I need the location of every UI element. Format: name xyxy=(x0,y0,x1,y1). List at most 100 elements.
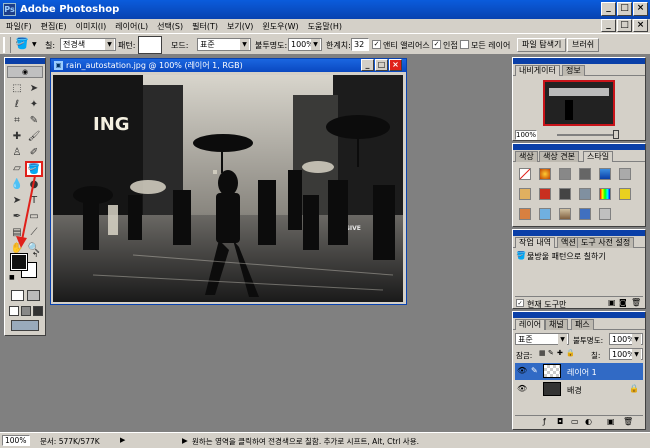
status-zoom-field[interactable]: 100% xyxy=(2,435,30,446)
style-swatch-10[interactable] xyxy=(579,188,591,200)
lock-all-icon[interactable]: 🔒 xyxy=(566,349,575,357)
maximize-button[interactable]: □ xyxy=(617,2,632,16)
adjustment-layer-icon[interactable]: ◐ xyxy=(585,417,592,426)
layer-blend-mode-select[interactable]: 표준 xyxy=(515,333,569,345)
menu-edit[interactable]: 편집(E) xyxy=(41,21,67,32)
lock-move-icon[interactable]: ✚ xyxy=(557,349,563,357)
screen-mode-full-menu-icon[interactable] xyxy=(21,306,31,316)
navigator-thumbnail[interactable] xyxy=(543,80,615,126)
style-swatch-15[interactable] xyxy=(559,208,571,220)
preset-dropdown-arrow-icon[interactable]: ▼ xyxy=(32,41,37,48)
new-document-icon[interactable]: ▣ xyxy=(608,298,616,307)
style-swatch-9[interactable] xyxy=(559,188,571,200)
document-title-bar[interactable]: ▣ rain_autostation.jpg @ 100% (레이어 1, RG… xyxy=(51,59,406,72)
doc-restore-button[interactable]: □ xyxy=(617,19,632,32)
brushes-tab[interactable]: 브러쉬 xyxy=(567,38,600,52)
tab-navigator[interactable]: 내비게이터 xyxy=(515,65,560,76)
antialias-checkbox[interactable]: ✓ xyxy=(372,40,381,49)
style-swatch-12[interactable] xyxy=(619,188,631,200)
opacity-field[interactable]: 100% xyxy=(288,38,322,51)
tab-paths[interactable]: 패스 xyxy=(571,319,594,330)
new-snapshot-icon[interactable]: ◙ xyxy=(619,298,627,307)
lock-transparency-icon[interactable]: ▦ xyxy=(539,349,546,357)
tab-swatches[interactable]: 색상 견본 xyxy=(539,151,579,162)
style-swatch-7[interactable] xyxy=(519,188,531,200)
history-item[interactable]: 🪣 물방울 패턴으로 칠하기 xyxy=(515,250,643,262)
layer-style-icon[interactable]: ƒ xyxy=(543,417,546,426)
adobe-online-icon[interactable]: ◉ xyxy=(7,66,43,78)
healing-brush-tool-icon[interactable]: ✚ xyxy=(9,130,25,144)
lasso-tool-icon[interactable]: ℓ xyxy=(9,98,25,112)
style-swatch-4[interactable] xyxy=(579,168,591,180)
document-close-button[interactable]: × xyxy=(389,59,402,71)
history-brush-tool-icon[interactable]: ✐ xyxy=(26,146,42,160)
brush-tool-icon[interactable]: 🖌 xyxy=(26,130,42,144)
lock-paint-icon[interactable]: ✎ xyxy=(548,349,554,357)
layer-row-background[interactable]: 👁 배경 🔒 xyxy=(515,381,643,398)
document-maximize-button[interactable]: □ xyxy=(375,59,388,71)
background-visibility-eye-icon[interactable]: 👁 xyxy=(517,384,527,393)
clone-stamp-tool-icon[interactable]: ♙ xyxy=(9,146,25,160)
tab-styles[interactable]: 스타일 xyxy=(583,151,614,162)
style-swatch-13[interactable] xyxy=(519,208,531,220)
doc-minimize-button[interactable]: _ xyxy=(601,19,616,32)
style-swatch-8[interactable] xyxy=(539,188,551,200)
move-tool-icon[interactable]: ➤ xyxy=(26,82,42,96)
delete-layer-icon[interactable]: 🗑 xyxy=(623,417,633,426)
layer-mask-icon[interactable]: ◘ xyxy=(557,417,563,426)
menu-view[interactable]: 보기(V) xyxy=(227,21,253,32)
layer-opacity-field[interactable]: 100% xyxy=(609,333,643,345)
navigator-zoom-field[interactable]: 100% xyxy=(515,130,537,140)
tab-color[interactable]: 색상 xyxy=(515,151,538,162)
style-swatch-6[interactable] xyxy=(619,168,631,180)
document-minimize-button[interactable]: _ xyxy=(361,59,374,71)
navigator-slider-handle[interactable] xyxy=(613,130,619,139)
menu-window[interactable]: 윈도우(W) xyxy=(262,21,298,32)
menu-file[interactable]: 파일(F) xyxy=(6,21,32,32)
menu-help[interactable]: 도움말(H) xyxy=(308,21,342,32)
new-set-icon[interactable]: ▭ xyxy=(571,417,579,426)
trash-icon[interactable]: 🗑 xyxy=(631,298,641,307)
slice-tool-icon[interactable]: ✎ xyxy=(26,114,42,128)
style-swatch-2[interactable] xyxy=(539,168,551,180)
default-colors-icon[interactable]: ■ xyxy=(9,274,15,281)
tab-channels[interactable]: 채널 xyxy=(545,319,568,330)
new-layer-icon[interactable]: ▣ xyxy=(607,417,615,426)
style-none-swatch[interactable] xyxy=(519,168,531,180)
current-tool-only-checkbox[interactable]: ✓ xyxy=(516,299,524,307)
style-swatch-3[interactable] xyxy=(559,168,571,180)
pattern-picker[interactable] xyxy=(138,36,162,54)
tab-history[interactable]: 작업 내역 xyxy=(515,237,555,248)
magic-wand-tool-icon[interactable]: ✦ xyxy=(26,98,42,112)
tab-tool-presets[interactable]: 도구 사전 설정 xyxy=(577,237,635,248)
minimize-button[interactable]: _ xyxy=(601,2,616,16)
tab-info[interactable]: 정보 xyxy=(562,65,585,76)
crop-tool-icon[interactable]: ⌗ xyxy=(9,114,25,128)
jump-to-imageready-icon[interactable] xyxy=(11,320,39,331)
menu-image[interactable]: 이미지(I) xyxy=(76,21,107,32)
standard-mode-icon[interactable] xyxy=(11,290,24,301)
file-browser-tab[interactable]: 파일 탐색기 xyxy=(517,38,567,52)
style-swatch-17[interactable] xyxy=(599,208,611,220)
tolerance-field[interactable]: 32 xyxy=(351,38,369,51)
layer-visibility-eye-icon[interactable]: 👁 xyxy=(517,366,527,375)
menu-layer[interactable]: 레이어(L) xyxy=(115,21,148,32)
options-grip[interactable] xyxy=(3,37,11,53)
style-swatch-5[interactable] xyxy=(599,168,611,180)
foreground-color-swatch[interactable] xyxy=(10,253,28,271)
screen-mode-standard-icon[interactable] xyxy=(9,306,19,316)
all-layers-checkbox[interactable] xyxy=(460,40,469,49)
tab-layers[interactable]: 레이어 xyxy=(515,319,546,330)
menu-filter[interactable]: 필터(T) xyxy=(192,21,218,32)
toolbox-header[interactable] xyxy=(5,58,45,64)
screen-mode-full-icon[interactable] xyxy=(33,306,43,316)
mode-select[interactable]: 표준 xyxy=(197,38,251,51)
canvas-photo[interactable]: ING GIVE xyxy=(53,75,403,302)
layer-fill-field[interactable]: 100% xyxy=(609,348,643,360)
contiguous-checkbox[interactable]: ✓ xyxy=(432,40,441,49)
style-swatch-16[interactable] xyxy=(579,208,591,220)
quick-mask-icon[interactable] xyxy=(27,290,40,301)
fill-select[interactable]: 전경색 xyxy=(60,38,116,51)
style-swatch-11[interactable] xyxy=(599,188,611,200)
menu-select[interactable]: 선택(S) xyxy=(157,21,183,32)
